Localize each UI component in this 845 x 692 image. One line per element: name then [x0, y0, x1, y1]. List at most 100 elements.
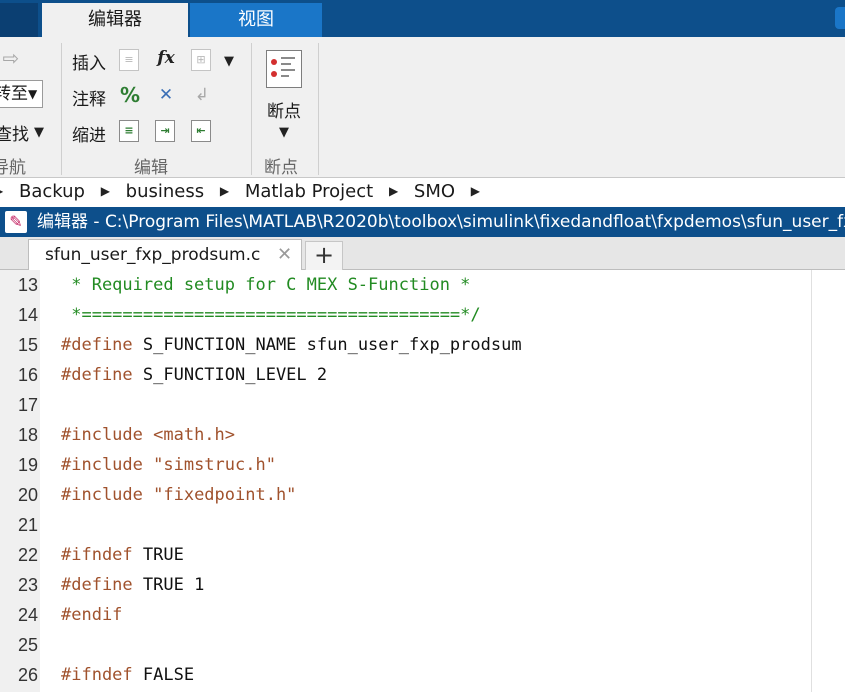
preprocessor-keyword: #include — [61, 485, 143, 505]
code-line-glyph — [281, 63, 291, 65]
code-line[interactable]: 23 #define TRUE 1 — [0, 570, 845, 600]
line-number: 21 — [17, 515, 38, 535]
line-number: 15 — [17, 335, 38, 355]
code-body: TRUE 1 — [132, 575, 205, 595]
chevron-right-icon[interactable]: ▶ — [101, 184, 110, 198]
breakpoint-icon[interactable] — [266, 50, 302, 88]
breakpoint-dot — [271, 71, 277, 77]
code-text: #ifndef FALSE — [61, 660, 194, 690]
code-text: #define S_FUNCTION_LEVEL 2 — [61, 360, 327, 390]
help-corner-button[interactable] — [835, 7, 845, 29]
edit-group-label: 编辑 — [134, 158, 168, 178]
breadcrumb: ▶ Backup ▶ business ▶ Matlab Project ▶ S… — [0, 178, 845, 206]
line-number: 26 — [17, 665, 38, 685]
breadcrumb-item[interactable]: Matlab Project — [245, 181, 373, 202]
ribbon: ⇨ 转至 ▼ 查找 ▼ 导航 插入 ≡ fx ⊞ ▼ 注释 % ✕ ↲ 缩进 ≡… — [0, 37, 845, 178]
uncomment-icon[interactable]: ✕ — [155, 84, 177, 106]
close-icon[interactable]: ✕ — [277, 240, 292, 270]
breadcrumb-item[interactable]: business — [126, 181, 204, 202]
comment-percent-icon[interactable]: % — [119, 84, 141, 106]
comment-button[interactable]: 注释 — [72, 85, 106, 110]
breakpoints-button[interactable]: 断点 — [267, 97, 301, 122]
code-line[interactable]: 25 — [0, 630, 845, 660]
line-number: 20 — [17, 485, 38, 505]
fx-icon[interactable]: fx — [155, 47, 177, 69]
goto-dropdown[interactable]: 转至 ▼ — [0, 80, 43, 108]
code-line[interactable]: 14 *====================================… — [0, 300, 845, 330]
code-text: #ifndef TRUE — [61, 540, 184, 570]
line-number: 19 — [17, 455, 38, 475]
editor-title-bar: ✎ 编辑器 - C:\Program Files\MATLAB\R2020b\t… — [0, 207, 845, 237]
line-number: 23 — [17, 575, 38, 595]
code-text: #endif — [61, 600, 122, 630]
code-text: #define TRUE 1 — [61, 570, 204, 600]
editor-title: 编辑器 - C:\Program Files\MATLAB\R2020b\too… — [37, 212, 845, 232]
decrease-indent-icon[interactable]: ⇤ — [191, 120, 211, 142]
code-line[interactable]: 19 #include "simstruc.h" — [0, 450, 845, 480]
insert-function-icon[interactable]: ⊞ — [191, 49, 211, 71]
code-line[interactable]: 22 #ifndef TRUE — [0, 540, 845, 570]
code-line[interactable]: 13 * Required setup for C MEX S-Function… — [0, 270, 845, 300]
line-number: 25 — [17, 635, 38, 655]
code-line-glyph — [281, 75, 289, 77]
breakpoints-chevron-icon[interactable]: ▼ — [279, 125, 289, 140]
chevron-right-icon[interactable]: ▶ — [389, 184, 398, 198]
breadcrumb-item[interactable]: Backup — [19, 181, 85, 202]
preprocessor-keyword: #include — [61, 455, 143, 475]
file-tab-bar: sfun_user_fxp_prodsum.c ✕ + — [0, 237, 845, 271]
tab-home-partial[interactable] — [0, 3, 38, 37]
code-body: S_FUNCTION_NAME sfun_user_fxp_prodsum — [132, 335, 522, 355]
tab-editor[interactable]: 编辑器 — [42, 3, 188, 37]
code-text: *=====================================*/ — [61, 305, 481, 325]
code-body: "simstruc.h" — [142, 455, 276, 475]
chevron-right-icon[interactable]: ▶ — [220, 184, 229, 198]
code-text: #include "fixedpoint.h" — [61, 480, 296, 510]
tab-view[interactable]: 视图 — [190, 3, 322, 37]
line-number: 14 — [17, 305, 38, 325]
file-tab[interactable]: sfun_user_fxp_prodsum.c ✕ — [28, 239, 302, 270]
find-chevron-icon[interactable]: ▼ — [34, 125, 44, 140]
group-divider — [318, 43, 319, 175]
insert-section-icon[interactable]: ≡ — [119, 49, 139, 71]
insert-button[interactable]: 插入 — [72, 49, 106, 74]
wrap-comments-icon[interactable]: ↲ — [191, 84, 213, 106]
chevron-down-icon: ▼ — [28, 87, 38, 101]
code-line[interactable]: 20 #include "fixedpoint.h" — [0, 480, 845, 510]
code-text: #define S_FUNCTION_NAME sfun_user_fxp_pr… — [61, 330, 522, 360]
code-text: #include <math.h> — [61, 420, 235, 450]
file-tab-label: sfun_user_fxp_prodsum.c — [45, 245, 261, 265]
toolstrip-tabs: 编辑器 视图 — [0, 0, 845, 37]
editor-pencil-icon: ✎ — [5, 211, 27, 233]
code-line[interactable]: 26 #ifndef FALSE — [0, 660, 845, 690]
group-divider — [61, 43, 62, 175]
line-number: 13 — [17, 275, 38, 295]
preprocessor-keyword: #define — [61, 335, 133, 355]
preprocessor-keyword: #ifndef — [61, 665, 133, 685]
code-line[interactable]: 16 #define S_FUNCTION_LEVEL 2 — [0, 360, 845, 390]
find-button[interactable]: 查找 — [0, 120, 29, 145]
code-body: S_FUNCTION_LEVEL 2 — [132, 365, 328, 385]
line-number: 17 — [17, 395, 38, 415]
preprocessor-keyword: #ifndef — [61, 545, 133, 565]
chevron-right-icon[interactable]: ▶ — [471, 184, 480, 198]
line-number: 16 — [17, 365, 38, 385]
code-body: "fixedpoint.h" — [142, 485, 297, 505]
increase-indent-icon[interactable]: ⇥ — [155, 120, 175, 142]
add-tab-button[interactable]: + — [305, 241, 343, 271]
code-line[interactable]: 21 — [0, 510, 845, 540]
insert-chevron-icon[interactable]: ▼ — [224, 54, 234, 69]
forward-arrow-icon[interactable]: ⇨ — [0, 47, 22, 69]
preprocessor-keyword: #include — [61, 425, 143, 445]
chevron-right-icon: ▶ — [0, 184, 3, 198]
smart-indent-icon[interactable]: ≡ — [119, 120, 139, 142]
indent-button[interactable]: 缩进 — [72, 121, 106, 146]
preprocessor-keyword: #endif — [61, 605, 123, 625]
code-line[interactable]: 17 — [0, 390, 845, 420]
code-line[interactable]: 18 #include <math.h> — [0, 420, 845, 450]
code-line[interactable]: 24 #endif — [0, 600, 845, 630]
breadcrumb-item[interactable]: SMO — [414, 181, 455, 202]
code-text: #include "simstruc.h" — [61, 450, 276, 480]
code-line[interactable]: 15 #define S_FUNCTION_NAME sfun_user_fxp… — [0, 330, 845, 360]
preprocessor-keyword: #define — [61, 365, 133, 385]
code-line-glyph — [281, 69, 295, 71]
